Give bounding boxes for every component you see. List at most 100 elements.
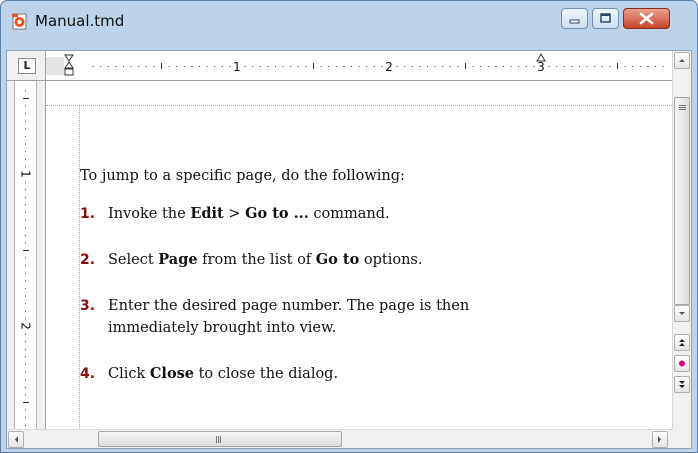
ruler-tick: [25, 136, 26, 137]
tab-stop-selector[interactable]: L: [18, 58, 36, 74]
previous-page-button[interactable]: [674, 334, 690, 351]
horizontal-ruler[interactable]: 1 2 3: [46, 51, 672, 81]
ruler-corner: L: [7, 51, 46, 81]
ruler-tick: [25, 333, 26, 335]
window-title: Manual.tmd: [35, 12, 125, 30]
ruler-tick: [305, 66, 307, 67]
ruler-tick: [191, 66, 193, 67]
ruler-tick: [662, 66, 664, 67]
ruler-tick: [183, 66, 185, 67]
ruler-number-2: 2: [385, 60, 393, 74]
ruler-tick: [617, 63, 618, 69]
ruler-tick: [548, 66, 550, 67]
ruler-tick: [449, 66, 451, 67]
title-bar[interactable]: Manual.tmd: [1, 1, 697, 48]
ruler-tick: [100, 66, 102, 67]
vertical-scrollbar[interactable]: [672, 51, 691, 429]
step-number: 4.: [80, 366, 96, 382]
ruler-tick: [25, 348, 26, 350]
vertical-ruler[interactable]: 1 2: [7, 81, 46, 429]
ruler-tick: [563, 66, 565, 67]
ruler-tick: [25, 219, 26, 221]
ruler-tick: [25, 113, 26, 115]
ruler-tick: [320, 66, 322, 67]
minimize-icon: [569, 19, 580, 24]
ruler-tick: [25, 280, 26, 282]
ruler-tick: [161, 63, 162, 69]
step-text: Enter the desired page number. The page …: [108, 298, 470, 336]
ruler-tick: [655, 66, 656, 67]
ruler-tick: [25, 166, 26, 168]
horizontal-scroll-thumb[interactable]: [98, 431, 342, 447]
ruler-tick: [153, 66, 155, 67]
scroll-left-button[interactable]: [8, 431, 24, 448]
ruler-tick: [138, 66, 140, 67]
ruler-tick: [25, 417, 26, 419]
client-area: L 1 2 3 1 2 To jump to a specific page, …: [6, 50, 692, 449]
horizontal-scrollbar[interactable]: [7, 429, 672, 448]
step-text: Select Page from the list of Go to optio…: [108, 251, 423, 268]
ruler-tick: [25, 364, 26, 365]
ruler-tick: [457, 66, 459, 67]
ruler-tick: [275, 66, 276, 67]
scroll-right-icon: [658, 436, 661, 443]
first-line-indent-marker: [64, 54, 74, 62]
ruler-tick: [176, 66, 178, 67]
ruler-tick: [25, 394, 26, 396]
ruler-tick: [609, 66, 611, 67]
next-page-button[interactable]: [674, 376, 690, 393]
document-page[interactable]: To jump to a specific page, do the follo…: [46, 81, 672, 429]
minimize-button[interactable]: [561, 8, 588, 29]
ruler-tick: [571, 66, 573, 67]
ruler-tick: [579, 66, 580, 67]
ruler-tick: [23, 98, 29, 99]
browse-object-icon: [679, 360, 685, 367]
ruler-tick: [510, 66, 512, 67]
close-icon: [639, 12, 654, 25]
ruler-tick: [25, 318, 26, 320]
browse-object-button[interactable]: [674, 355, 690, 372]
ruler-tick: [199, 66, 200, 67]
ruler-tick: [639, 66, 641, 67]
ruler-tick: [351, 66, 352, 67]
ruler-tick: [107, 66, 109, 67]
scroll-up-button[interactable]: [674, 52, 690, 69]
ruler-tick: [25, 90, 26, 92]
textmaker-document-icon: [12, 13, 27, 30]
ruler-tick: [404, 66, 406, 67]
scroll-left-icon: [15, 436, 18, 443]
maximize-button[interactable]: [592, 8, 619, 29]
step-text: Invoke the Edit > Go to ... command.: [108, 205, 390, 222]
ruler-tick: [168, 66, 170, 67]
ruler-tick: [518, 66, 520, 67]
ruler-tick: [145, 66, 147, 67]
ruler-tick: [123, 66, 124, 67]
ruler-tick: [419, 66, 421, 67]
next-page-icon: [679, 381, 685, 388]
ruler-tick: [465, 63, 466, 69]
vertical-ruler-graphic: 1 2: [19, 90, 33, 426]
step-number: 1.: [80, 206, 96, 222]
ruler-tick: [434, 66, 436, 67]
ruler-number-v1: 1: [19, 170, 33, 178]
scroll-right-button[interactable]: [652, 431, 668, 448]
close-button[interactable]: [623, 8, 670, 29]
ruler-tick: [358, 66, 360, 67]
ruler-tick: [427, 66, 428, 67]
ruler-tick: [381, 66, 383, 67]
ruler-tick: [25, 303, 26, 305]
ruler-tick: [25, 151, 26, 153]
hanging-indent-marker: [64, 61, 74, 69]
scroll-down-icon: [679, 312, 685, 315]
ruler-tick: [25, 310, 26, 312]
ruler-tick: [25, 265, 26, 267]
ruler-tick: [335, 66, 337, 67]
ruler-tick: [25, 288, 26, 289]
ruler-tick: [115, 66, 117, 67]
scroll-down-button[interactable]: [674, 305, 690, 322]
ruler-tick: [442, 66, 444, 67]
ruler-tick: [25, 424, 26, 426]
ruler-tick: [480, 66, 482, 67]
ruler-tick: [495, 66, 497, 67]
vertical-scroll-thumb[interactable]: [674, 97, 690, 305]
